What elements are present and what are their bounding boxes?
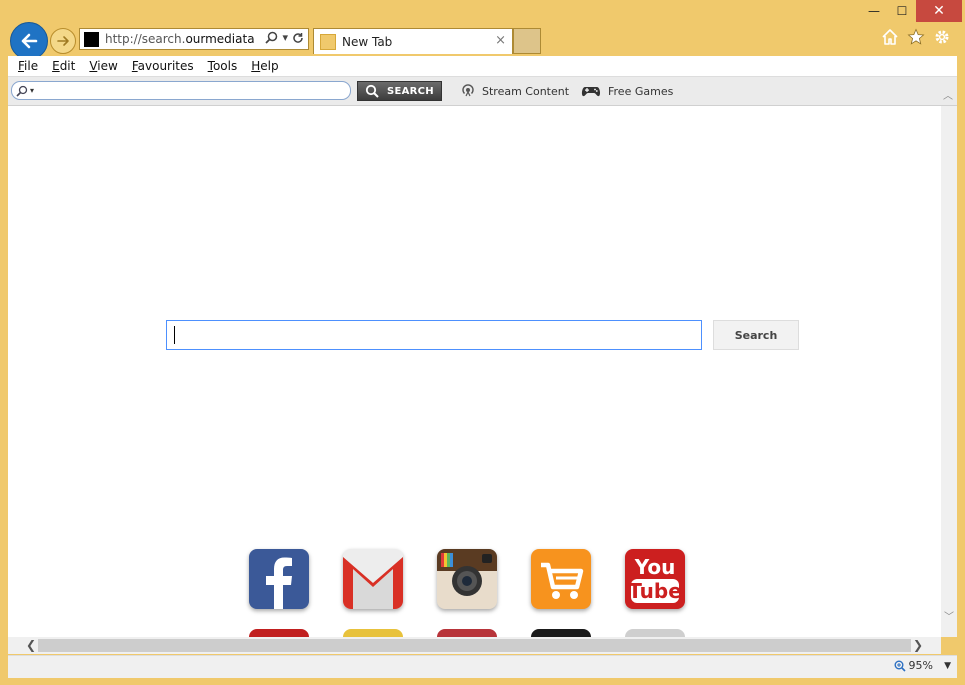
tile-gmail[interactable] bbox=[343, 549, 403, 609]
menu-edit[interactable]: Edit bbox=[52, 59, 75, 73]
zoom-level: 95% bbox=[908, 659, 933, 672]
close-tab-icon[interactable]: × bbox=[495, 33, 506, 48]
home-icon[interactable] bbox=[881, 28, 899, 46]
chevron-left-icon[interactable]: ❮ bbox=[26, 638, 36, 652]
tile-partial[interactable] bbox=[531, 629, 591, 637]
text-caret bbox=[174, 326, 175, 344]
arrow-left-icon bbox=[21, 33, 38, 49]
back-button[interactable] bbox=[10, 22, 48, 60]
gamepad-icon bbox=[581, 87, 601, 97]
arrow-right-icon bbox=[57, 36, 69, 46]
svg-text:Tube: Tube bbox=[628, 579, 682, 603]
zoom-icon bbox=[894, 660, 906, 672]
gmail-icon bbox=[343, 549, 403, 609]
toolbar-search-label: SEARCH bbox=[387, 85, 434, 97]
gear-icon[interactable] bbox=[933, 28, 951, 46]
search-icon bbox=[16, 85, 28, 97]
free-games-link[interactable]: Free Games bbox=[580, 83, 673, 99]
tile-partial[interactable] bbox=[249, 629, 309, 637]
address-bar[interactable]: http://search.ourmediatab... ▾ bbox=[79, 28, 309, 50]
main-search-button[interactable]: Search bbox=[713, 320, 799, 350]
tab-label: New Tab bbox=[342, 34, 393, 49]
broadcast-icon bbox=[462, 84, 474, 97]
menu-tools[interactable]: Tools bbox=[208, 59, 238, 73]
extension-toolbar: ▾ SEARCH Stream Content Free Games ︿ bbox=[8, 77, 957, 106]
horizontal-scrollbar[interactable]: ❮ ❯ bbox=[8, 637, 941, 654]
shopping-cart-icon bbox=[541, 562, 584, 599]
vertical-scrollbar[interactable]: ﹀ bbox=[941, 106, 957, 637]
svg-text:You: You bbox=[634, 555, 676, 579]
youtube-icon: YouTube bbox=[628, 555, 682, 603]
menu-bar: File Edit View Favourites Tools Help bbox=[8, 56, 957, 77]
chevron-right-icon[interactable]: ❯ bbox=[913, 638, 923, 652]
page-content: Search You Tube bbox=[8, 106, 941, 637]
free-games-label: Free Games bbox=[608, 84, 674, 98]
tile-partial[interactable] bbox=[437, 629, 497, 637]
chevron-down-icon[interactable]: ▾ bbox=[282, 31, 288, 44]
chevron-up-icon[interactable]: ︿ bbox=[943, 87, 953, 102]
chevron-down-icon[interactable]: ▾ bbox=[30, 86, 34, 95]
search-icon bbox=[365, 84, 379, 98]
menu-favourites[interactable]: Favourites bbox=[132, 59, 194, 73]
tile-instagram[interactable] bbox=[437, 549, 497, 609]
search-icon[interactable] bbox=[265, 31, 278, 44]
main-search-box[interactable] bbox=[166, 320, 702, 350]
forward-button[interactable] bbox=[50, 28, 76, 54]
toolbar-search-button[interactable]: SEARCH bbox=[357, 81, 442, 101]
tab-favicon bbox=[320, 33, 336, 50]
tile-facebook[interactable] bbox=[249, 549, 309, 609]
stream-content-link[interactable]: Stream Content bbox=[460, 83, 569, 99]
facebook-icon bbox=[266, 557, 292, 609]
minimize-button[interactable]: — bbox=[860, 0, 888, 22]
main-search-input[interactable] bbox=[173, 321, 697, 349]
close-window-button[interactable]: ✕ bbox=[916, 0, 962, 22]
tile-partial[interactable] bbox=[625, 629, 685, 637]
tile-youtube[interactable]: You Tube bbox=[625, 549, 685, 609]
tile-partial[interactable] bbox=[343, 629, 403, 637]
toolbar-search-box[interactable]: ▾ bbox=[11, 81, 351, 100]
menu-view[interactable]: View bbox=[89, 59, 117, 73]
chevron-down-icon[interactable]: ▼ bbox=[944, 661, 951, 671]
menu-help[interactable]: Help bbox=[251, 59, 278, 73]
new-tab-button[interactable] bbox=[513, 28, 541, 54]
tile-shopping[interactable] bbox=[531, 549, 591, 609]
toolbar-search-input[interactable] bbox=[40, 83, 345, 98]
stream-content-label: Stream Content bbox=[482, 84, 570, 98]
instagram-icon bbox=[437, 549, 497, 596]
menu-file[interactable]: File bbox=[18, 59, 38, 73]
maximize-button[interactable]: ☐ bbox=[888, 0, 916, 22]
scrollbar-thumb[interactable] bbox=[38, 639, 911, 652]
address-url[interactable]: http://search.ourmediatab... bbox=[105, 32, 255, 46]
zoom-control[interactable]: 95% bbox=[894, 659, 933, 672]
chevron-down-icon[interactable]: ﹀ bbox=[944, 608, 954, 623]
status-bar: 95% ▼ bbox=[8, 655, 957, 678]
tab-new-tab[interactable]: New Tab × bbox=[313, 28, 513, 54]
star-icon[interactable] bbox=[907, 28, 925, 46]
refresh-icon[interactable] bbox=[292, 32, 304, 44]
site-favicon bbox=[84, 31, 99, 47]
